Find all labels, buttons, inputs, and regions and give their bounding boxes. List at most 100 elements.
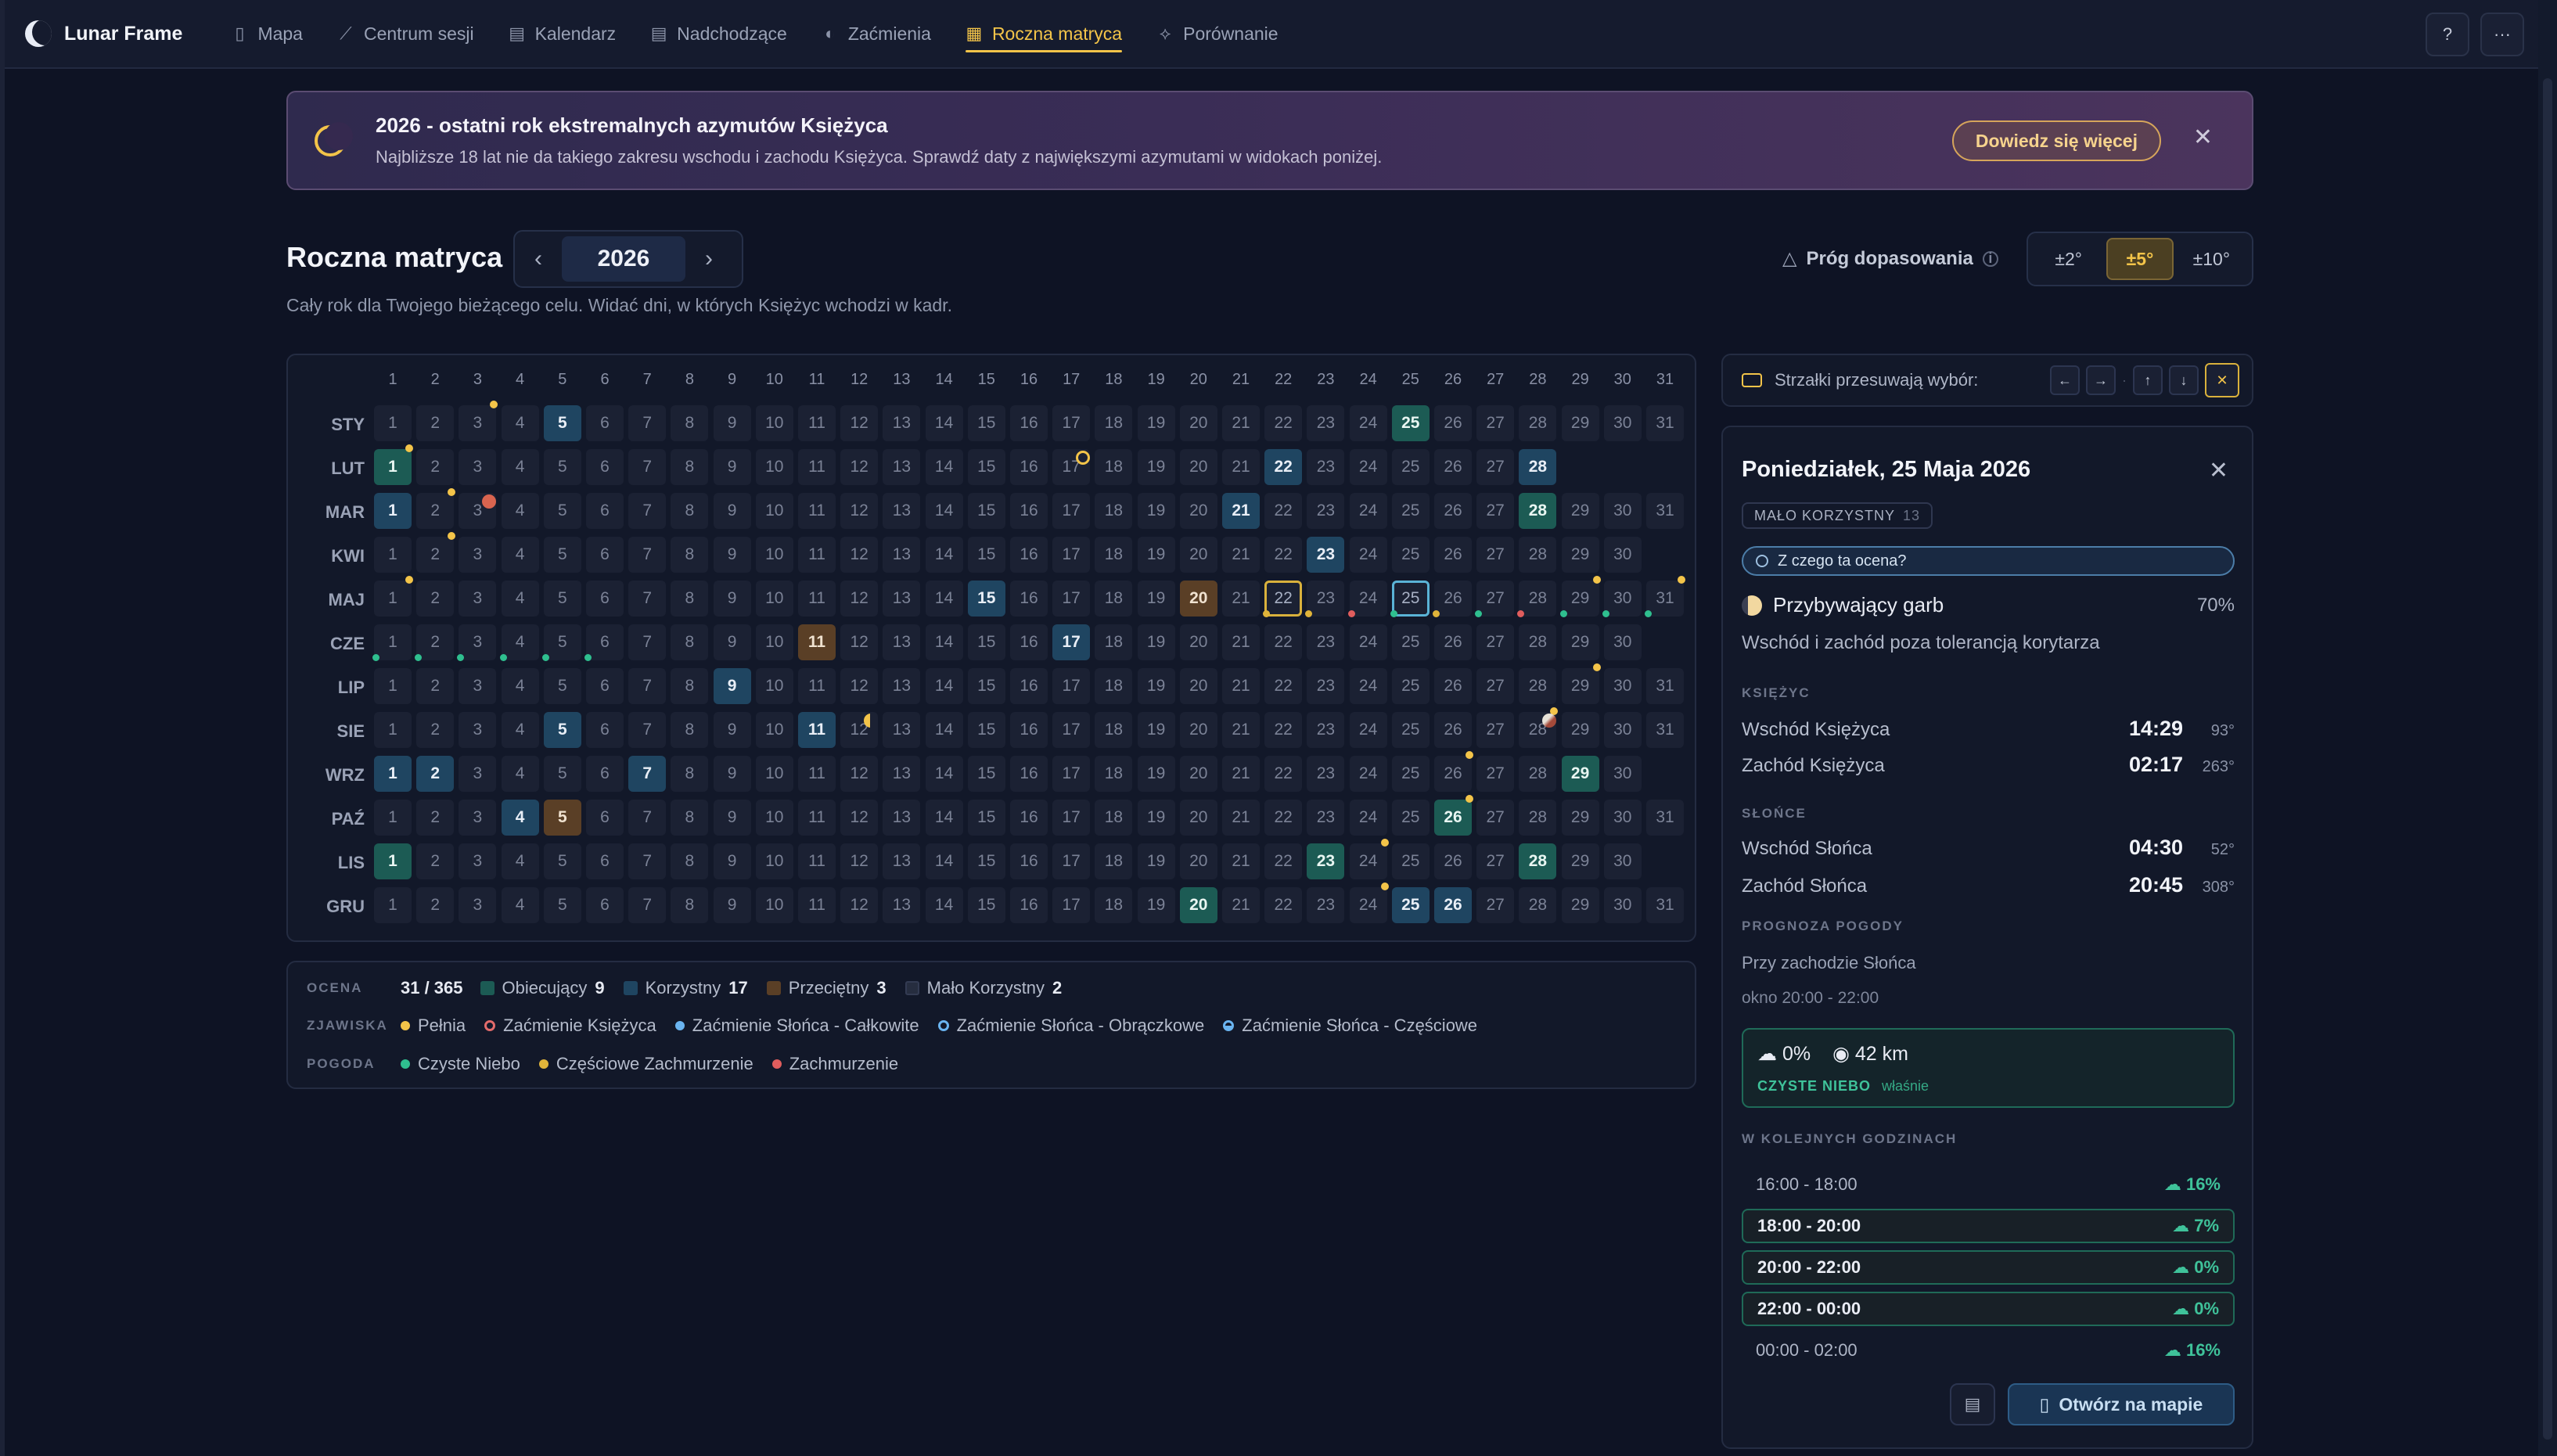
day-cell[interactable]: 3 xyxy=(459,537,497,573)
day-cell[interactable]: 31 xyxy=(1646,800,1684,836)
day-cell[interactable]: 14 xyxy=(925,887,963,923)
day-cell[interactable]: 27 xyxy=(1476,756,1515,792)
day-cell[interactable]: 17 xyxy=(1052,624,1091,660)
day-cell[interactable]: 15 xyxy=(967,887,1005,923)
day-cell[interactable]: 4 xyxy=(501,887,539,923)
day-cell[interactable]: 31 xyxy=(1646,493,1684,529)
day-cell[interactable]: 7 xyxy=(628,668,667,704)
day-cell[interactable]: 11 xyxy=(798,449,836,485)
day-cell[interactable]: 1 xyxy=(374,449,412,485)
day-cell[interactable]: 11 xyxy=(798,843,836,879)
day-cell[interactable]: 22 xyxy=(1264,712,1303,748)
day-cell[interactable]: 1 xyxy=(374,887,412,923)
day-cell[interactable]: 4 xyxy=(501,756,539,792)
hourly-row[interactable]: 00:00 - 02:00 ☁ 16% xyxy=(1742,1333,2235,1368)
day-cell[interactable]: 5 xyxy=(543,449,581,485)
day-cell[interactable]: 6 xyxy=(586,843,624,879)
day-cell[interactable]: 22 xyxy=(1264,493,1303,529)
day-cell[interactable]: 15 xyxy=(967,493,1005,529)
day-cell[interactable]: 3 xyxy=(459,756,497,792)
day-cell[interactable]: 14 xyxy=(925,581,963,617)
day-cell[interactable]: 10 xyxy=(755,800,793,836)
day-cell[interactable]: 14 xyxy=(925,537,963,573)
day-cell[interactable]: 24 xyxy=(1349,493,1387,529)
hourly-row[interactable]: 20:00 - 22:00 ☁ 0% xyxy=(1742,1250,2235,1285)
day-cell[interactable]: 19 xyxy=(1137,800,1175,836)
arrow-left-key[interactable]: ← xyxy=(2050,365,2080,395)
day-cell[interactable]: 27 xyxy=(1476,800,1515,836)
day-cell[interactable]: 8 xyxy=(671,405,709,441)
scrollbar-thumb[interactable] xyxy=(2543,78,2552,1440)
day-cell[interactable]: 18 xyxy=(1095,712,1133,748)
day-cell[interactable]: 26 xyxy=(1434,581,1472,617)
day-cell[interactable]: 15 xyxy=(967,449,1005,485)
day-cell[interactable]: 4 xyxy=(501,712,539,748)
day-cell[interactable]: 8 xyxy=(671,712,709,748)
day-cell[interactable]: 20 xyxy=(1179,449,1217,485)
day-cell[interactable]: 21 xyxy=(1222,537,1260,573)
day-cell[interactable]: 15 xyxy=(967,756,1005,792)
day-cell[interactable]: 30 xyxy=(1603,843,1642,879)
day-cell[interactable]: 12 xyxy=(840,537,879,573)
banner-close-icon[interactable]: ✕ xyxy=(2193,124,2213,151)
day-cell[interactable]: 2 xyxy=(416,581,455,617)
day-cell[interactable]: 4 xyxy=(501,405,539,441)
day-cell[interactable]: 9 xyxy=(713,756,751,792)
day-cell[interactable]: 17 xyxy=(1052,756,1091,792)
day-cell[interactable]: 25 xyxy=(1391,668,1430,704)
detail-close-icon[interactable]: ✕ xyxy=(2209,457,2228,484)
day-cell[interactable]: 23 xyxy=(1307,624,1345,660)
day-cell[interactable]: 3 xyxy=(459,668,497,704)
day-cell[interactable]: 22 xyxy=(1264,624,1303,660)
day-cell[interactable]: 17 xyxy=(1052,493,1091,529)
day-cell[interactable]: 30 xyxy=(1603,800,1642,836)
day-cell[interactable]: 14 xyxy=(925,712,963,748)
nav-item-0[interactable]: ▯ Mapa xyxy=(214,0,320,68)
day-cell[interactable]: 21 xyxy=(1222,405,1260,441)
day-cell[interactable]: 30 xyxy=(1603,668,1642,704)
day-cell[interactable]: 26 xyxy=(1434,800,1472,836)
day-cell[interactable]: 17 xyxy=(1052,581,1091,617)
day-cell[interactable]: 27 xyxy=(1476,449,1515,485)
day-cell[interactable]: 22 xyxy=(1264,581,1303,617)
threshold-option-0[interactable]: ±2° xyxy=(2035,238,2102,280)
day-cell[interactable]: 16 xyxy=(1010,668,1048,704)
day-cell[interactable]: 13 xyxy=(883,712,921,748)
day-cell[interactable]: 19 xyxy=(1137,581,1175,617)
day-cell[interactable]: 15 xyxy=(967,537,1005,573)
day-cell[interactable]: 11 xyxy=(798,624,836,660)
day-cell[interactable]: 2 xyxy=(416,887,455,923)
day-cell[interactable]: 14 xyxy=(925,668,963,704)
day-cell[interactable]: 29 xyxy=(1561,493,1599,529)
arrow-right-key[interactable]: → xyxy=(2086,365,2116,395)
day-cell[interactable]: 7 xyxy=(628,537,667,573)
day-cell[interactable]: 2 xyxy=(416,800,455,836)
day-cell[interactable]: 18 xyxy=(1095,449,1133,485)
day-cell[interactable]: 4 xyxy=(501,581,539,617)
nav-item-3[interactable]: ▤ Nadchodzące xyxy=(633,0,804,68)
day-cell[interactable]: 1 xyxy=(374,581,412,617)
day-cell[interactable]: 21 xyxy=(1222,800,1260,836)
day-cell[interactable]: 6 xyxy=(586,668,624,704)
day-cell[interactable]: 4 xyxy=(501,800,539,836)
day-cell[interactable]: 13 xyxy=(883,493,921,529)
day-cell[interactable]: 13 xyxy=(883,449,921,485)
day-cell[interactable]: 31 xyxy=(1646,668,1684,704)
day-cell[interactable]: 8 xyxy=(671,887,709,923)
learn-more-button[interactable]: Dowiedz się więcej xyxy=(1951,120,2161,161)
day-cell[interactable]: 16 xyxy=(1010,800,1048,836)
day-cell[interactable]: 21 xyxy=(1222,624,1260,660)
day-cell[interactable]: 14 xyxy=(925,800,963,836)
arrow-up-key[interactable]: ↑ xyxy=(2133,365,2163,395)
day-cell[interactable]: 26 xyxy=(1434,887,1472,923)
day-cell[interactable]: 24 xyxy=(1349,405,1387,441)
nav-item-5[interactable]: ▦ Roczna matryca xyxy=(948,0,1139,68)
day-cell[interactable]: 23 xyxy=(1307,712,1345,748)
day-cell[interactable]: 6 xyxy=(586,800,624,836)
day-cell[interactable]: 22 xyxy=(1264,537,1303,573)
day-cell[interactable]: 19 xyxy=(1137,405,1175,441)
day-cell[interactable]: 8 xyxy=(671,800,709,836)
day-cell[interactable]: 24 xyxy=(1349,843,1387,879)
day-cell[interactable]: 28 xyxy=(1519,668,1557,704)
day-cell[interactable]: 13 xyxy=(883,800,921,836)
